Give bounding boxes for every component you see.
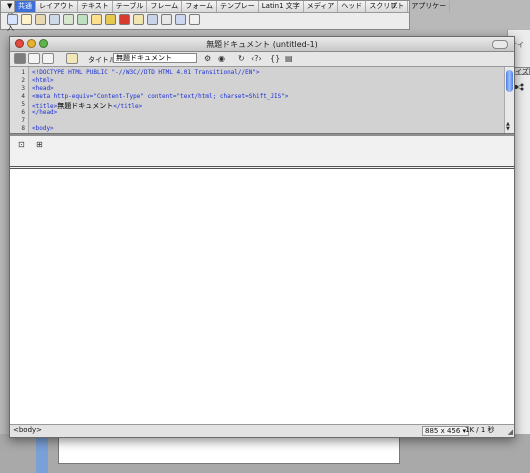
line-number: 6 [21,109,25,116]
tab-application[interactable]: アプリケー [408,1,451,12]
image-icon[interactable] [77,14,88,25]
background-document [58,436,400,464]
tab-layout[interactable]: レイアウト [36,1,78,12]
tag-selector-body[interactable]: <body> [13,426,42,434]
tag-chooser-icon[interactable] [189,14,200,25]
tab-form[interactable]: フォーム [182,1,217,12]
view-options-icon[interactable]: ▤ [285,54,293,63]
design-view-header: ⊡ ⊞ [10,136,514,169]
scrollbar-thumb[interactable] [506,70,513,92]
server-include-icon[interactable] [119,14,130,25]
status-bar: <body> 885 x 456 ▾ 1K / 1 秒 ◢ [10,424,514,437]
line-number: 5 [21,101,25,108]
template-icon[interactable] [175,14,186,25]
insert-div-icon[interactable]: ⊡ [18,140,25,149]
code-line[interactable]: <!DOCTYPE HTML PUBLIC "-//W3C//DTD HTML … [32,69,260,76]
line-number: 1 [21,69,25,76]
line-number: 7 [21,117,25,124]
code-line[interactable]: <head> [32,85,54,92]
reference-icon[interactable]: ‹?› [251,54,262,63]
code-line[interactable]: </head> [32,109,57,116]
code-view-button[interactable] [14,53,26,64]
tab-table[interactable]: テーブル [113,1,148,12]
code-title-text: 無題ドキュメント [57,102,114,110]
line-number: 3 [21,85,25,92]
tab-template[interactable]: テンプレー [217,1,259,12]
tab-head[interactable]: ヘッド [338,1,367,12]
refresh-icon[interactable]: ↻ [238,54,245,63]
layer-icon[interactable] [63,14,74,25]
scroll-arrows-icon[interactable]: ▲ ▼ [506,122,510,132]
title-input[interactable] [113,53,197,63]
window-titlebar[interactable]: 無題ドキュメント (untitled-1) [10,37,514,52]
tab-frame[interactable]: フレーム [147,1,183,12]
file-management-icon[interactable]: ⚙ [204,54,211,63]
email-link-icon[interactable] [21,14,32,25]
site-tree-icon[interactable] [514,83,524,91]
line-number: 4 [21,93,25,100]
comment-icon[interactable] [133,14,144,25]
code-scrollbar[interactable]: ▲ ▼ [504,67,514,133]
table-icon[interactable] [49,14,60,25]
tab-script[interactable]: スクリプト [366,1,409,12]
anchor-icon[interactable] [35,14,46,25]
tab-latin1[interactable]: Latin1 文字 [259,1,304,12]
code-line[interactable]: <body> [32,125,54,132]
document-window: 無題ドキュメント (untitled-1) タイトル : ⚙ ◉ ↻ ‹?› {… [9,36,515,438]
hyperlink-icon[interactable] [7,14,18,25]
split-view-button[interactable] [28,53,40,64]
code-view[interactable]: 1 2 3 4 5 6 7 8 <!DOCTYPE HTML PUBLIC "-… [10,67,514,134]
insert-layer-icon[interactable]: ⊞ [36,140,43,149]
line-number: 2 [21,77,25,84]
background-panel-edge [36,436,48,473]
code-line[interactable]: <html> [32,77,54,84]
line-number-gutter: 1 2 3 4 5 6 7 8 [10,67,29,133]
code-line[interactable]: <meta http-equiv="Content-Type" content=… [32,93,288,100]
preview-browser-icon[interactable]: ◉ [218,54,225,63]
insert-bar-menu[interactable]: II. [391,2,397,10]
insert-bar-tabs: ▼ 挿入 共通 レイアウト テキスト テーブル フレーム フォーム テンプレー … [1,1,451,32]
head-icon[interactable] [147,14,158,25]
script-icon[interactable] [161,14,172,25]
design-view[interactable] [10,169,514,424]
resize-grip-icon[interactable]: ◢ [508,428,513,436]
line-number: 8 [21,125,25,132]
window-size-popup[interactable]: 885 x 456 ▾ [422,426,470,436]
tab-text[interactable]: テキスト [78,1,113,12]
insert-bar: ▼ 挿入 共通 レイアウト テキスト テーブル フレーム フォーム テンプレー … [0,0,451,32]
document-toolbar: タイトル : ⚙ ◉ ↻ ‹?› {} ▤ [10,52,514,67]
code-tag-close: </title> [113,103,143,110]
insert-bar-label[interactable]: ▼ 挿入 [1,1,15,32]
design-view-button[interactable] [42,53,54,64]
insert-icon-row [7,14,200,25]
tab-common[interactable]: 共通 [15,1,36,12]
media-icon[interactable] [91,14,102,25]
date-icon[interactable] [105,14,116,25]
download-size-indicator: 1K / 1 秒 [465,426,495,434]
live-data-icon[interactable] [66,53,78,64]
window-title: 無題ドキュメント (untitled-1) [206,40,318,49]
tab-media[interactable]: メディア [304,1,339,12]
code-navigation-icon[interactable]: {} [270,54,280,63]
toolbar-toggle-button[interactable] [492,40,508,49]
